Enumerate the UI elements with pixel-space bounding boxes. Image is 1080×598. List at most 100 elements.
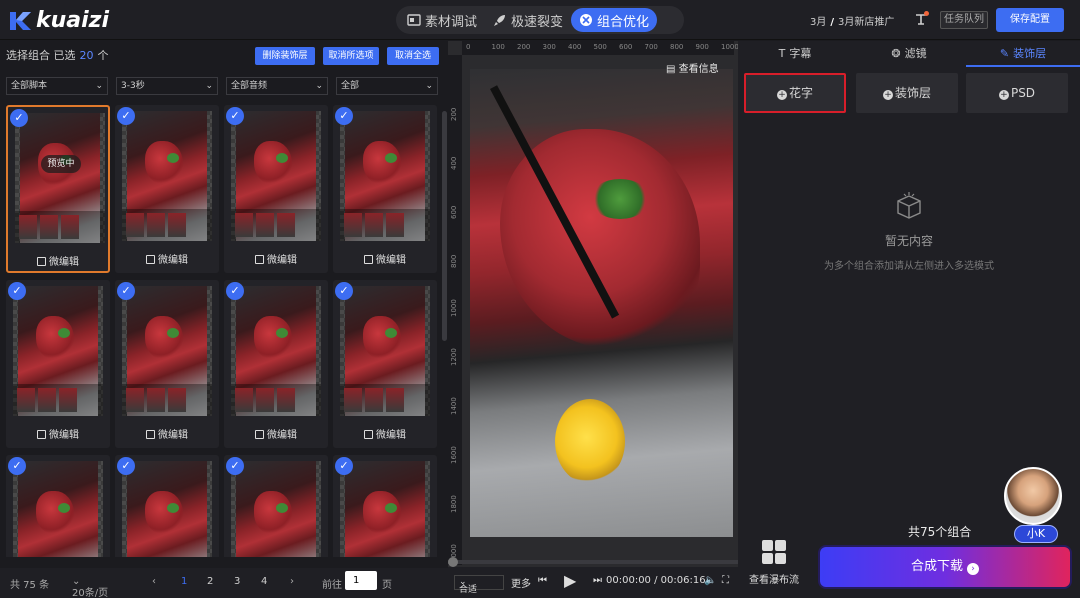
card-checkbox[interactable]: ✓ — [8, 457, 26, 475]
micro-edit-button[interactable]: 微编辑 — [333, 251, 437, 266]
logo[interactable]: kuaizi — [8, 8, 109, 33]
breadcrumb-month[interactable]: 3月 — [810, 17, 826, 28]
skip-forward-icon[interactable]: ⏭ — [593, 575, 602, 586]
micro-edit-button[interactable]: 微编辑 — [6, 426, 110, 441]
card-thumbnail[interactable] — [340, 461, 430, 557]
chevron-down-icon: ⌄ — [205, 81, 213, 91]
tab-subtitle[interactable]: T 字幕 — [738, 41, 852, 67]
card-thumbnail[interactable] — [340, 286, 430, 416]
page-3[interactable]: 3 — [234, 576, 240, 587]
page-1[interactable]: 1 — [181, 576, 187, 587]
add-decoration-button[interactable]: + 装饰层 — [856, 73, 958, 113]
card-checkbox[interactable]: ✓ — [335, 457, 353, 475]
generate-download-button[interactable]: 合成下载 › — [820, 547, 1070, 587]
card-thumbnail[interactable] — [13, 286, 103, 416]
assistant-avatar[interactable] — [1004, 467, 1062, 525]
per-page-select[interactable]: 20条/页 ⌄ — [72, 576, 108, 598]
fit-select[interactable]: 合适 ⌄ — [454, 575, 504, 595]
card-thumbnail[interactable] — [231, 111, 321, 241]
save-config-button[interactable]: 保存配置 — [996, 8, 1064, 32]
fullscreen-icon[interactable]: ⛶ — [722, 575, 729, 586]
tab-decoration[interactable]: ✎ 装饰层 — [966, 41, 1080, 67]
more-button[interactable]: 更多 — [511, 575, 531, 590]
duration-filter[interactable]: 3-3秒 ⌄ — [116, 77, 218, 95]
micro-edit-button[interactable]: 微编辑 — [115, 251, 219, 266]
combination-card[interactable]: ✓ 微编辑 — [6, 280, 110, 448]
micro-edit-button[interactable]: 微编辑 — [224, 426, 328, 441]
combination-card[interactable]: ✓ 微编辑 — [115, 280, 219, 448]
add-psd-button[interactable]: + PSD — [966, 73, 1068, 113]
card-checkbox[interactable]: ✓ — [335, 282, 353, 300]
combination-card[interactable]: ✓ 微编辑 — [115, 105, 219, 273]
selected-count: 20 — [79, 49, 94, 62]
play-icon[interactable]: ▶ — [564, 571, 576, 590]
micro-edit-button[interactable]: 微编辑 — [8, 253, 108, 268]
micro-edit-button[interactable]: 微编辑 — [224, 251, 328, 266]
combination-card[interactable]: ✓ 微编辑 — [333, 105, 437, 273]
card-checkbox[interactable]: ✓ — [117, 282, 135, 300]
combination-card[interactable]: ✓ 微编辑 — [333, 280, 437, 448]
card-thumbnail[interactable] — [122, 461, 212, 557]
next-page-icon[interactable]: › — [290, 576, 294, 587]
pin-icon[interactable] — [913, 11, 929, 27]
all-filter[interactable]: 全部 ⌄ — [336, 77, 438, 95]
tab-material-debug[interactable]: 素材调试 — [399, 8, 485, 32]
ruler-top: 0 100 200 300 400 500 600 700 800 900 1000 — [462, 41, 739, 55]
combination-card[interactable]: ✓ 预览中 微编辑 — [6, 105, 110, 273]
preview-panel: 0 100 200 300 400 500 600 700 800 900 1000 200 400 6… — [448, 41, 739, 598]
combination-card[interactable]: ✓微编辑 — [224, 455, 328, 557]
script-filter[interactable]: 全部脚本 ⌄ — [6, 77, 108, 95]
tab-filter[interactable]: ❂ 滤镜 — [852, 41, 966, 67]
breadcrumb-project[interactable]: 3月新店推广 — [838, 17, 894, 28]
card-checkbox[interactable]: ✓ — [8, 282, 26, 300]
grid-scrollbar[interactable] — [442, 111, 447, 341]
card-thumbnail[interactable] — [231, 286, 321, 416]
page-2[interactable]: 2 — [207, 576, 213, 587]
volume-icon[interactable]: 🔈 — [704, 575, 716, 586]
skip-back-icon[interactable]: ⏮ — [538, 575, 547, 586]
tab-combine-optimize[interactable]: 组合优化 — [571, 8, 658, 32]
combination-card[interactable]: ✓微编辑 — [6, 455, 110, 557]
combination-card[interactable]: ✓ 微编辑 — [224, 105, 328, 273]
audio-filter[interactable]: 全部音频 ⌄ — [226, 77, 328, 95]
page-4[interactable]: 4 — [261, 576, 267, 587]
card-thumbnail[interactable] — [231, 461, 321, 557]
ruler-left-tick: 1800 — [450, 495, 458, 513]
combination-card[interactable]: ✓微编辑 — [333, 455, 437, 557]
card-thumbnail[interactable] — [122, 111, 212, 241]
micro-edit-button[interactable]: 微编辑 — [333, 426, 437, 441]
micro-edit-button[interactable]: 微编辑 — [115, 426, 219, 441]
card-thumbnail[interactable] — [15, 113, 105, 243]
card-checkbox[interactable]: ✓ — [335, 107, 353, 125]
clip-thumb — [147, 388, 165, 412]
card-checkbox[interactable]: ✓ — [226, 282, 244, 300]
video-preview[interactable] — [470, 69, 733, 537]
notification-dot — [924, 11, 929, 16]
card-checkbox[interactable]: ✓ — [226, 107, 244, 125]
remove-decoration-button[interactable]: 删除装饰层 — [255, 47, 315, 65]
combination-card[interactable]: ✓ 微编辑 — [224, 280, 328, 448]
card-thumbnail[interactable] — [122, 286, 212, 416]
card-checkbox[interactable]: ✓ — [117, 107, 135, 125]
card-thumbnail[interactable] — [13, 461, 103, 557]
combine-icon — [580, 14, 593, 26]
clip-thumb — [344, 388, 362, 412]
assistant-name[interactable]: 小K — [1014, 525, 1058, 543]
tab-fast-fission[interactable]: 极速裂变 — [485, 8, 571, 32]
task-queue-button[interactable]: 任务队列 — [940, 11, 988, 29]
view-info-button[interactable]: ▤ 查看信息 — [666, 60, 719, 75]
view-waterfall-button[interactable]: 查看瀑布流 — [742, 539, 806, 586]
prev-page-icon[interactable]: ‹ — [152, 576, 156, 587]
add-fancy-text-button[interactable]: + 花字 — [744, 73, 846, 113]
cancel-all-button[interactable]: 取消全选 — [387, 47, 439, 65]
card-checkbox[interactable]: ✓ — [10, 109, 28, 127]
micro-edit-label: 微编辑 — [49, 257, 79, 268]
card-thumbnail[interactable] — [340, 111, 430, 241]
cancel-selected-button[interactable]: 取消所选项 — [323, 47, 379, 65]
combination-card[interactable]: ✓微编辑 — [115, 455, 219, 557]
goto-page-input[interactable]: 1 — [345, 571, 377, 590]
seek-handle[interactable] — [448, 557, 458, 567]
seek-bar[interactable] — [448, 557, 738, 567]
card-checkbox[interactable]: ✓ — [226, 457, 244, 475]
card-checkbox[interactable]: ✓ — [117, 457, 135, 475]
